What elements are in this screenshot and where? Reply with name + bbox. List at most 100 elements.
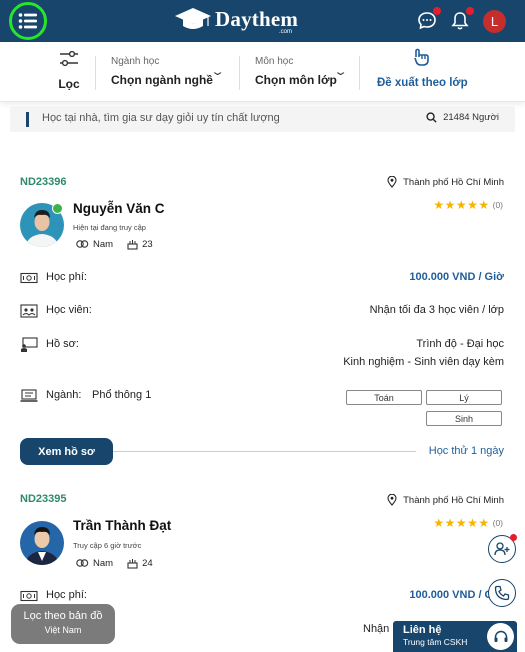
students-value-partial: Nhận (363, 623, 390, 635)
map-filter-title: Lọc theo bản đồ (23, 610, 103, 622)
fee-label: Học phí: (46, 271, 87, 283)
divider (239, 56, 240, 90)
graduation-cap-icon (175, 8, 211, 29)
cake-icon (127, 239, 138, 250)
result-count-text: 21484 Người (443, 112, 499, 123)
money-icon (20, 590, 38, 602)
bell-icon (451, 12, 469, 30)
user-avatar[interactable]: L (483, 10, 506, 33)
logo-text: Daythem (215, 6, 299, 31)
teacher-board-icon (21, 337, 38, 352)
cake-icon (127, 558, 138, 569)
top-header: Daythem .com L (0, 0, 525, 42)
major-select-value: Chọn ngành nghề (111, 73, 213, 87)
map-filter-button[interactable]: Lọc theo bản đồ Việt Nam (11, 604, 115, 644)
menu-button[interactable] (9, 2, 47, 40)
rating-count: (0) (492, 518, 503, 528)
tutor-meta: Nam 23 (75, 238, 153, 250)
logo-subtext: .com (279, 29, 293, 35)
subject-tag: Lý (426, 390, 502, 405)
tutor-status: Hiện tại đang truy cập (73, 223, 146, 232)
notification-dot (433, 7, 441, 15)
fee-label: Học phí: (46, 589, 87, 601)
view-profile-button[interactable]: Xem hồ sơ (20, 438, 113, 465)
user-plus-icon (494, 542, 510, 556)
menu-icon (18, 13, 37, 29)
tutor-location: Thành phố Hồ Chí Minh (387, 176, 504, 188)
tutor-avatar[interactable] (20, 521, 64, 565)
profile-label: Hồ sơ: (46, 338, 79, 350)
trial-lesson-link[interactable]: Học thử 1 ngày (429, 445, 504, 457)
tutor-photo (20, 521, 64, 565)
rating-count: (0) (492, 200, 503, 210)
online-indicator (52, 203, 63, 214)
tutor-status: Truy cập 6 giờ trước (73, 541, 142, 550)
filter-bar: Lọc Ngành học Chọn ngành nghề ⌄ Môn học … (0, 42, 525, 102)
search-icon[interactable] (426, 112, 437, 123)
laptop-icon (20, 389, 38, 402)
chevron-down-icon[interactable]: ⌄ (333, 65, 348, 78)
divider (359, 56, 360, 90)
subject-select[interactable]: Môn học Chọn môn lớp (255, 56, 337, 87)
suggest-by-class-button[interactable]: Đề xuất theo lớp (377, 48, 468, 89)
notification-dot (466, 7, 474, 15)
rating-stars: ★★★★★ (0) (433, 516, 503, 530)
divider (95, 56, 96, 90)
hand-pointer-icon (414, 48, 429, 66)
site-logo[interactable]: Daythem .com (174, 6, 299, 35)
subject-select-value: Chọn môn lớp (255, 73, 337, 87)
add-friend-button[interactable] (488, 534, 517, 563)
location-pin-icon (387, 176, 397, 188)
headset-icon (487, 623, 514, 650)
experience: Kinh nghiệm - Sinh viên dạy kèm (343, 356, 504, 368)
money-icon (20, 272, 38, 284)
tutor-meta: Nam 24 (75, 557, 153, 569)
major-select-label: Ngành học (111, 56, 160, 67)
suggest-by-class-label: Đề xuất theo lớp (377, 77, 468, 89)
messages-button[interactable] (416, 7, 441, 32)
call-button[interactable] (488, 579, 516, 607)
gender-icon (76, 559, 89, 567)
major-select[interactable]: Ngành học Chọn ngành nghề (111, 56, 213, 87)
filter-label: Lọc (58, 77, 80, 91)
separator-line (113, 451, 416, 452)
tutor-gender: Nam (93, 238, 114, 250)
education-level: Trình độ - Đại học (416, 338, 504, 350)
tutor-location: Thành phố Hồ Chí Minh (387, 494, 504, 506)
search-bar[interactable]: Học tại nhà, tìm gia sư dạy giỏi uy tín … (10, 106, 515, 132)
sliders-icon (60, 50, 78, 67)
star-icons: ★★★★★ (433, 198, 490, 212)
major-label: Ngành: (46, 389, 82, 401)
fee-value: 100.000 VND / Giờ (409, 271, 504, 283)
tutor-location-text: Thành phố Hồ Chí Minh (403, 494, 504, 506)
tutor-age: 23 (142, 238, 153, 250)
search-accent-mark (26, 112, 29, 127)
filter-button[interactable]: Lọc (56, 50, 82, 91)
tutor-id: ND23395 (20, 493, 67, 505)
gender-icon (76, 240, 89, 248)
students-label: Học viên: (46, 304, 92, 316)
major-value: Phổ thông 1 (92, 389, 152, 401)
students-icon (20, 304, 38, 318)
location-pin-icon (387, 494, 397, 506)
tutor-id: ND23396 (20, 176, 67, 188)
rating-stars: ★★★★★ (0) (433, 198, 503, 212)
tutor-age: 24 (142, 557, 153, 569)
tutor-location-text: Thành phố Hồ Chí Minh (403, 176, 504, 188)
notifications-button[interactable] (449, 7, 474, 32)
subject-tag: Toán (346, 390, 422, 405)
star-icons: ★★★★★ (433, 516, 490, 530)
search-result-count: 21484 Người (426, 112, 499, 123)
tutor-name[interactable]: Nguyễn Văn C (73, 201, 165, 216)
students-value: Nhận tối đa 3 học viên / lớp (369, 304, 504, 316)
map-filter-subtitle: Việt Nam (44, 625, 82, 635)
notification-dot (510, 534, 517, 541)
contact-support-button[interactable]: Liên hệ Trung tâm CSKH (393, 621, 517, 652)
chevron-down-icon[interactable]: ⌄ (210, 65, 225, 78)
tutor-gender: Nam (93, 557, 114, 569)
subject-tag: Sinh (426, 411, 502, 426)
tutor-name[interactable]: Trần Thành Đạt (73, 518, 171, 533)
subject-select-label: Môn học (255, 56, 294, 67)
search-input[interactable]: Học tại nhà, tìm gia sư dạy giỏi uy tín … (42, 112, 280, 124)
phone-icon (494, 585, 510, 601)
